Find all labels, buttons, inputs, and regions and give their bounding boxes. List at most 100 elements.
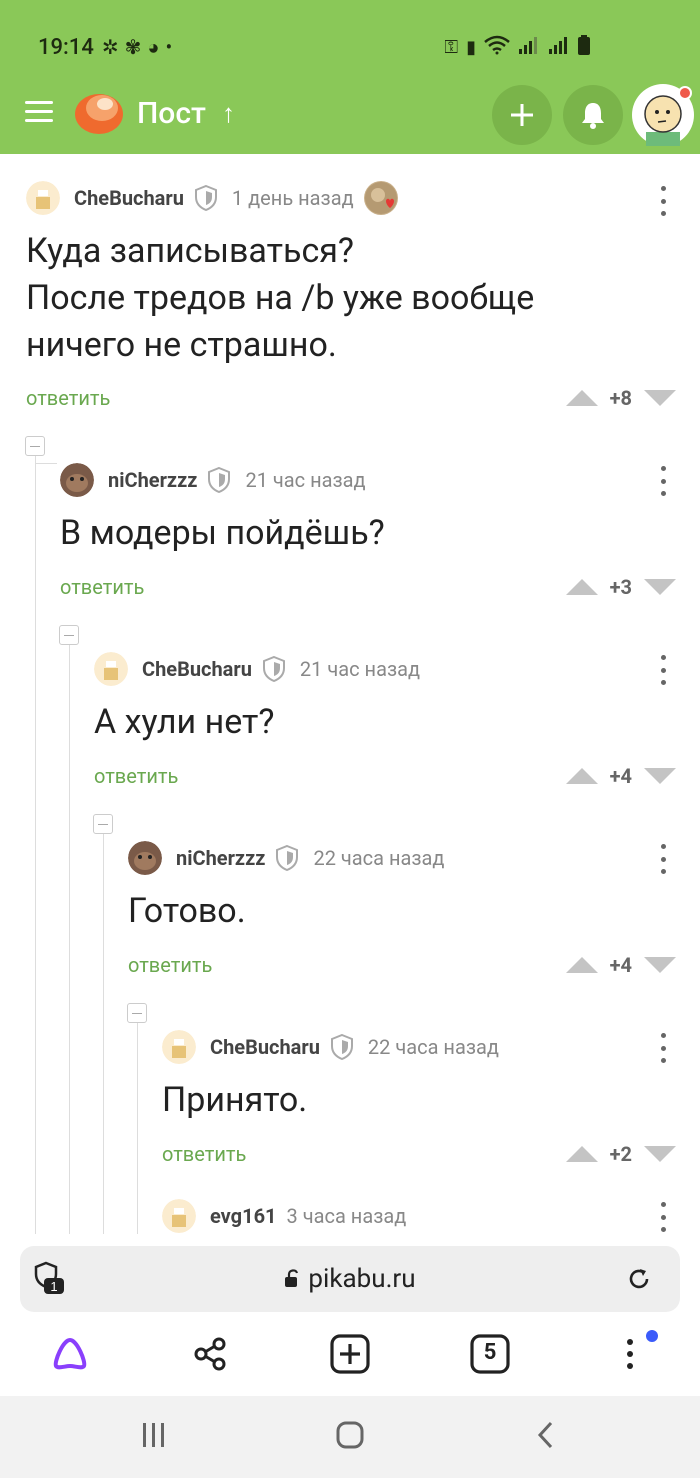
downvote-icon[interactable] — [644, 1146, 676, 1162]
recent-apps-icon[interactable] — [140, 1422, 168, 1452]
vote-controls: +2 — [565, 1139, 676, 1169]
avatar[interactable] — [26, 181, 60, 215]
comment-score: +8 — [609, 386, 632, 410]
comment-score: +4 — [609, 764, 632, 788]
browser-menu-icon[interactable] — [608, 1330, 658, 1376]
comment-time: 22 часа назад — [313, 846, 445, 870]
battery-icon — [578, 34, 590, 60]
notification-dot — [678, 86, 692, 100]
browser-address-bar[interactable]: 1 pikabu.ru — [20, 1246, 680, 1312]
more-options-icon[interactable] — [660, 1202, 666, 1232]
system-navigation-bar — [0, 1396, 700, 1478]
reply-button[interactable]: ответить — [94, 764, 178, 788]
status-time: 19:14 — [38, 34, 94, 60]
author-name[interactable]: evg161 — [210, 1204, 277, 1228]
upvote-icon[interactable] — [565, 390, 598, 406]
new-tab-icon[interactable] — [328, 1332, 372, 1376]
upvote-icon[interactable] — [565, 768, 598, 784]
thread-line — [35, 463, 57, 464]
url-value: pikabu.ru — [308, 1264, 416, 1294]
shield-icon — [207, 467, 231, 493]
more-options-icon[interactable] — [660, 655, 666, 685]
reply-button[interactable]: ответить — [128, 953, 212, 977]
author-name[interactable]: CheBucharu — [74, 186, 184, 210]
bell-icon — [582, 103, 604, 129]
downvote-icon[interactable] — [644, 390, 676, 406]
downvote-icon[interactable] — [644, 579, 676, 595]
shield-icon — [330, 1034, 354, 1060]
back-icon[interactable] — [536, 1421, 556, 1453]
upvote-icon[interactable] — [565, 579, 598, 595]
reload-icon[interactable] — [626, 1266, 652, 1296]
comment-time: 21 час назад — [245, 468, 366, 492]
comment-text-line: После тредов на /b уже вообще — [26, 278, 535, 318]
url-text[interactable]: pikabu.ru — [20, 1264, 680, 1295]
battery-saver-icon: ▮ — [466, 36, 476, 58]
arrow-up-icon[interactable]: ↑ — [222, 98, 235, 129]
vote-controls: +4 — [565, 761, 676, 791]
comment-meta: niCherzzz 21 час назад — [60, 463, 366, 497]
signal-icon — [518, 35, 540, 60]
avatar[interactable] — [162, 1030, 196, 1064]
upvote-icon[interactable] — [565, 1146, 598, 1162]
lock-icon — [284, 1265, 302, 1295]
avatar[interactable] — [128, 841, 162, 875]
more-options-icon[interactable] — [660, 844, 666, 874]
collapse-thread-button[interactable] — [25, 436, 45, 456]
downvote-icon[interactable] — [644, 957, 676, 973]
notification-icon: ✾ — [124, 35, 142, 59]
collapse-thread-button[interactable] — [93, 814, 113, 834]
avatar[interactable] — [60, 463, 94, 497]
comment-meta: CheBucharu 21 час назад — [94, 652, 420, 686]
thread-line — [69, 644, 70, 1234]
comment-text: Готово. — [128, 891, 246, 931]
comments-thread: CheBucharu 1 день назад Куда записыватьс… — [0, 154, 700, 1234]
notification-icon: ◕ — [147, 34, 160, 59]
collapse-thread-button[interactable] — [59, 625, 79, 645]
page-title: Пост — [137, 96, 206, 131]
upvote-icon[interactable] — [565, 957, 598, 973]
key-icon: ⚿ — [444, 36, 459, 58]
shield-icon — [262, 656, 286, 682]
downvote-icon[interactable] — [644, 768, 676, 784]
award-badge-icon[interactable] — [363, 181, 398, 215]
shield-icon — [194, 185, 218, 211]
reply-button[interactable]: ответить — [162, 1142, 246, 1166]
share-icon[interactable] — [188, 1332, 232, 1376]
more-options-icon[interactable] — [660, 1033, 666, 1063]
comment-time: 1 день назад — [231, 186, 354, 210]
reply-button[interactable]: ответить — [60, 575, 144, 599]
author-name[interactable]: CheBucharu — [142, 657, 252, 681]
menu-icon[interactable] — [25, 101, 53, 123]
avatar[interactable] — [162, 1199, 196, 1233]
home-icon[interactable] — [336, 1421, 364, 1453]
wifi-icon — [484, 35, 510, 60]
more-options-icon[interactable] — [660, 466, 666, 496]
comment-score: +4 — [609, 953, 632, 977]
more-options-icon[interactable] — [660, 186, 666, 216]
comment-time: 22 часа назад — [367, 1035, 499, 1059]
comment-meta: CheBucharu 22 часа назад — [162, 1030, 499, 1064]
vote-controls: +4 — [565, 950, 676, 980]
author-name[interactable]: niCherzzz — [176, 846, 265, 870]
avatar[interactable] — [94, 652, 128, 686]
tabs-button[interactable]: 5 — [468, 1332, 512, 1376]
dot-icon: • — [165, 35, 173, 59]
comment-meta: CheBucharu 1 день назад — [26, 181, 398, 215]
shield-icon — [275, 845, 299, 871]
thread-line — [137, 1022, 138, 1234]
collapse-thread-button[interactable] — [127, 1003, 147, 1023]
pikabu-logo[interactable] — [74, 90, 124, 136]
comment-text: Куда записываться? После тредов на /b уж… — [26, 228, 534, 369]
user-avatar[interactable] — [632, 84, 694, 146]
author-name[interactable]: niCherzzz — [108, 468, 197, 492]
comment-meta: niCherzzz 22 часа назад — [128, 841, 444, 875]
alice-assistant-icon[interactable] — [48, 1332, 92, 1376]
comment-text-line: ничего не страшно. — [26, 325, 337, 365]
author-name[interactable]: CheBucharu — [210, 1035, 320, 1059]
notification-icon: ✲ — [101, 35, 119, 59]
notifications-button[interactable] — [563, 85, 623, 145]
comment-time: 21 час назад — [299, 657, 421, 681]
reply-button[interactable]: ответить — [26, 386, 110, 410]
add-post-button[interactable] — [492, 85, 552, 145]
